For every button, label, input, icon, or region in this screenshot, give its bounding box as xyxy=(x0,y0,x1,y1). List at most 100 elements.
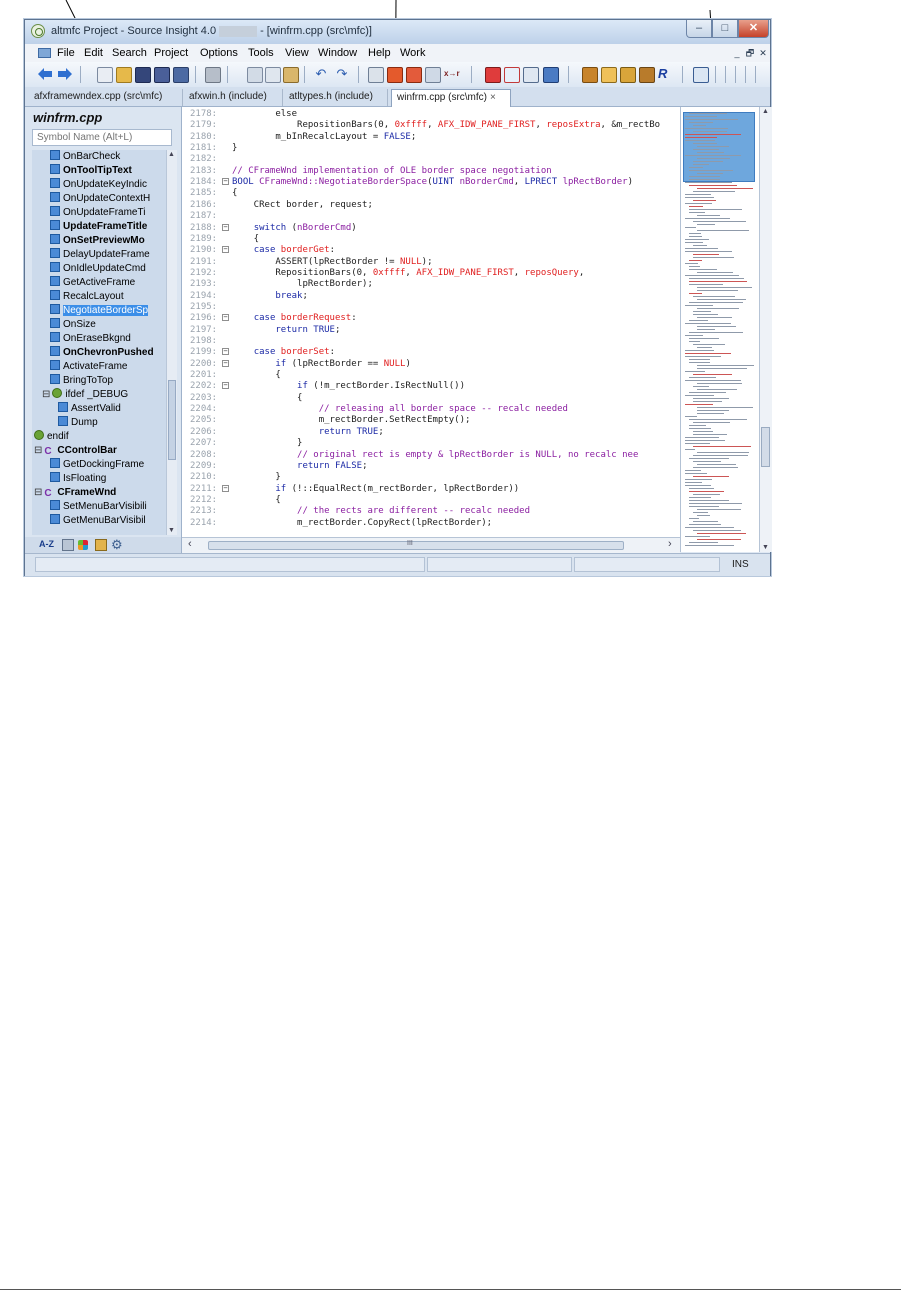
symbol-list-item[interactable]: Dump xyxy=(32,416,166,430)
group-by-type-icon[interactable] xyxy=(62,539,74,551)
menu-window[interactable]: Window xyxy=(318,47,357,59)
symbol-list-item[interactable]: OnIdleUpdateCmd xyxy=(32,262,166,276)
symbol-list-item[interactable]: IsFloating xyxy=(32,472,166,486)
code-line[interactable]: 2184: − BOOL CFrameWnd::NegotiateBorderSpa… xyxy=(182,177,680,188)
symbol-list-item[interactable]: ⊟ C CFrameWnd xyxy=(32,486,166,500)
mdi-close-button[interactable]: ✕ xyxy=(757,48,769,59)
tree-toggle-icon[interactable]: ⊟ xyxy=(34,487,42,498)
tab-close-icon[interactable]: × xyxy=(490,92,496,103)
symbol-search-input[interactable] xyxy=(32,129,172,146)
overview-pane[interactable] xyxy=(680,107,760,552)
menu-options[interactable]: Options xyxy=(200,47,238,59)
horizontal-scrollbar[interactable]: ‹ III › xyxy=(182,537,680,553)
menu-view[interactable]: View xyxy=(285,47,309,59)
menu-help[interactable]: Help xyxy=(368,47,391,59)
menu-search[interactable]: Search xyxy=(112,47,147,59)
vertical-scroll-thumb[interactable] xyxy=(761,427,770,467)
bookmark-list-icon[interactable] xyxy=(504,67,520,83)
book-icon[interactable] xyxy=(95,539,107,551)
project-icon[interactable] xyxy=(582,67,598,83)
save-icon[interactable] xyxy=(135,67,151,83)
jump-up-icon[interactable] xyxy=(387,67,403,83)
symbol-list-item[interactable]: endif xyxy=(32,430,166,444)
code-line[interactable]: 2203: { xyxy=(182,393,680,404)
code-line[interactable]: 2204: // releasing all border space -- r… xyxy=(182,404,680,415)
code-line[interactable]: 2187: xyxy=(182,211,680,222)
sort-alphabetical-button[interactable]: A-Z xyxy=(39,539,54,549)
symbol-list-item[interactable]: OnEraseBkgnd xyxy=(32,332,166,346)
code-line[interactable]: 2182: xyxy=(182,154,680,165)
symbol-list-item[interactable]: OnSetPreviewMo xyxy=(32,234,166,248)
tab-atltypes-h[interactable]: atltypes.h (include) xyxy=(284,89,388,106)
code-line[interactable]: 2191: ASSERT(lpRectBorder != NULL); xyxy=(182,257,680,268)
code-line[interactable]: 2201: { xyxy=(182,370,680,381)
paste-icon[interactable] xyxy=(283,67,299,83)
symbol-list-item[interactable]: OnToolTipText xyxy=(32,164,166,178)
menu-work[interactable]: Work xyxy=(400,47,425,59)
scroll-left-icon[interactable]: ‹ xyxy=(188,538,192,550)
symbol-list-item[interactable]: NegotiateBorderSp xyxy=(32,304,166,318)
vertical-scrollbar[interactable]: ▲ ▼ xyxy=(759,107,772,552)
symbol-scroll-thumb[interactable] xyxy=(168,380,176,460)
rename-icon[interactable]: R xyxy=(658,67,672,81)
symbol-list-item[interactable]: AssertValid xyxy=(32,402,166,416)
code-line[interactable]: 2180: m_bInRecalcLayout = FALSE; xyxy=(182,132,680,143)
scroll-up-icon[interactable]: ▲ xyxy=(168,151,175,158)
symbol-list-item[interactable]: RecalcLayout xyxy=(32,290,166,304)
forward-arrow-icon[interactable] xyxy=(57,67,73,81)
tab-afxframewndex-cpp[interactable]: afxframewndex.cpp (src\mfc) xyxy=(29,89,183,106)
symbol-list-item[interactable]: GetActiveFrame xyxy=(32,276,166,290)
symbol-list-item[interactable]: ⊟ ifdef _DEBUG xyxy=(32,388,166,402)
code-line[interactable]: 2195: xyxy=(182,302,680,313)
menu-file[interactable]: File xyxy=(57,47,75,59)
print-icon[interactable] xyxy=(205,67,221,83)
symbol-list-item[interactable]: UpdateFrameTitle xyxy=(32,220,166,234)
fold-toggle-icon[interactable]: − xyxy=(222,484,229,492)
fold-toggle-icon[interactable]: − xyxy=(222,178,229,186)
new-file-icon[interactable] xyxy=(97,67,113,83)
symbol-list-item[interactable]: SetMenuBarVisibili xyxy=(32,500,166,514)
code-line[interactable]: 2193: lpRectBorder); xyxy=(182,279,680,290)
undo-icon[interactable]: ↶ xyxy=(314,67,328,81)
back-arrow-icon[interactable] xyxy=(37,67,53,81)
close-button[interactable]: ✕ xyxy=(738,20,769,38)
mdi-restore-button[interactable]: 🗗 xyxy=(744,48,756,59)
save-all-icon[interactable] xyxy=(154,67,170,83)
symbol-list-item[interactable]: OnChevronPushed xyxy=(32,346,166,360)
code-line[interactable]: 2189: { xyxy=(182,234,680,245)
code-line[interactable]: 2206: return TRUE; xyxy=(182,427,680,438)
code-line[interactable]: 2186: CRect border, request; xyxy=(182,200,680,211)
symbol-window-icon[interactable] xyxy=(368,67,384,83)
symbol-list-item[interactable]: BringToTop xyxy=(32,374,166,388)
code-line[interactable]: 2202: − if (!m_rectBorder.IsRectNull()) xyxy=(182,381,680,392)
save-as-icon[interactable] xyxy=(173,67,189,83)
fold-toggle-icon[interactable]: − xyxy=(222,246,229,254)
code-line[interactable]: 2194: break; xyxy=(182,291,680,302)
symbol-list-item[interactable]: OnUpdateFrameTi xyxy=(32,206,166,220)
minimize-button[interactable]: – xyxy=(686,20,712,38)
code-line[interactable]: 2183: // CFrameWnd implementation of OLE … xyxy=(182,166,680,177)
code-line[interactable]: 2212: { xyxy=(182,495,680,506)
code-line[interactable]: 2190: − case borderGet: xyxy=(182,245,680,256)
code-line[interactable]: 2179: RepositionBars(0, 0xffff, AFX_IDW_… xyxy=(182,120,680,131)
scroll-up-icon[interactable]: ▲ xyxy=(762,108,769,115)
context-icon[interactable] xyxy=(425,67,441,83)
tree-toggle-icon[interactable]: ⊟ xyxy=(34,445,42,456)
code-line[interactable]: 2211: − if (!::EqualRect(m_rectBorder, lp… xyxy=(182,484,680,495)
code-line[interactable]: 2214: m_rectBorder.CopyRect(lpRectBorder… xyxy=(182,518,680,529)
code-line[interactable]: 2200: − if (lpRectBorder == NULL) xyxy=(182,359,680,370)
code-line[interactable]: 2181:} xyxy=(182,143,680,154)
scroll-down-icon[interactable]: ▼ xyxy=(168,527,175,534)
tab-winfrm-cpp[interactable]: winfrm.cpp (src\mfc) × xyxy=(391,89,511,107)
symbol-list-item[interactable]: GetDockingFrame xyxy=(32,458,166,472)
gear-icon[interactable]: ⚙ xyxy=(111,537,123,553)
symbol-list-item[interactable]: OnBarCheck xyxy=(32,150,166,164)
code-line[interactable]: 2188: − switch (nBorderCmd) xyxy=(182,223,680,234)
book-icon[interactable] xyxy=(620,67,636,83)
bookmark-icon[interactable] xyxy=(485,67,501,83)
symbol-list-item[interactable]: OnUpdateContextH xyxy=(32,192,166,206)
menu-tools[interactable]: Tools xyxy=(248,47,274,59)
code-line[interactable]: 2198: xyxy=(182,336,680,347)
redo-icon[interactable]: ↷ xyxy=(335,67,349,81)
code-line[interactable]: 2178: else xyxy=(182,109,680,120)
